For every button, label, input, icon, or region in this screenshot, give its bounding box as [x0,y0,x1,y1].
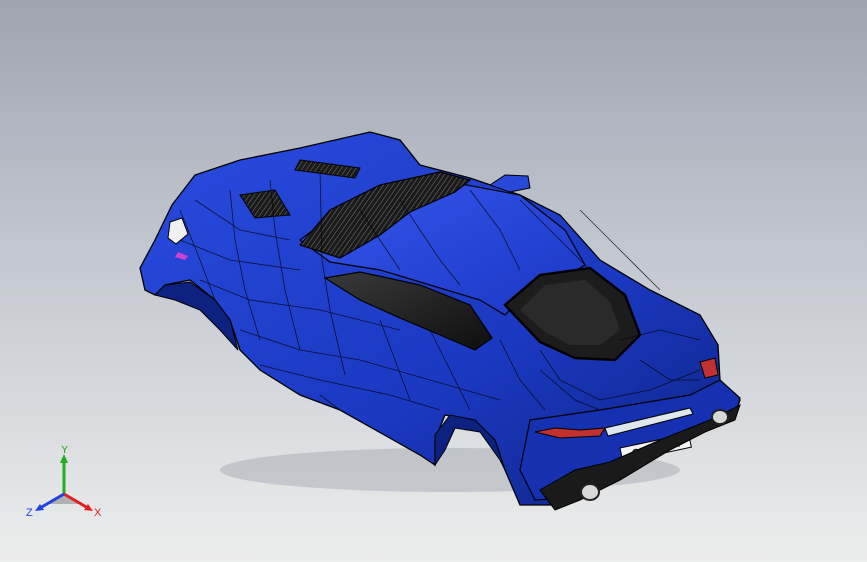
x-axis-label: X [94,507,102,519]
exhaust-right [711,409,729,425]
y-axis-label: Y [61,446,69,456]
graphics-viewport[interactable]: OISON LA [0,0,867,562]
z-axis-label: Z [26,507,33,519]
exhaust-left [580,483,600,501]
car-body-model[interactable]: OISON LA [0,0,867,562]
axis-triad: Y X Z [26,446,102,519]
